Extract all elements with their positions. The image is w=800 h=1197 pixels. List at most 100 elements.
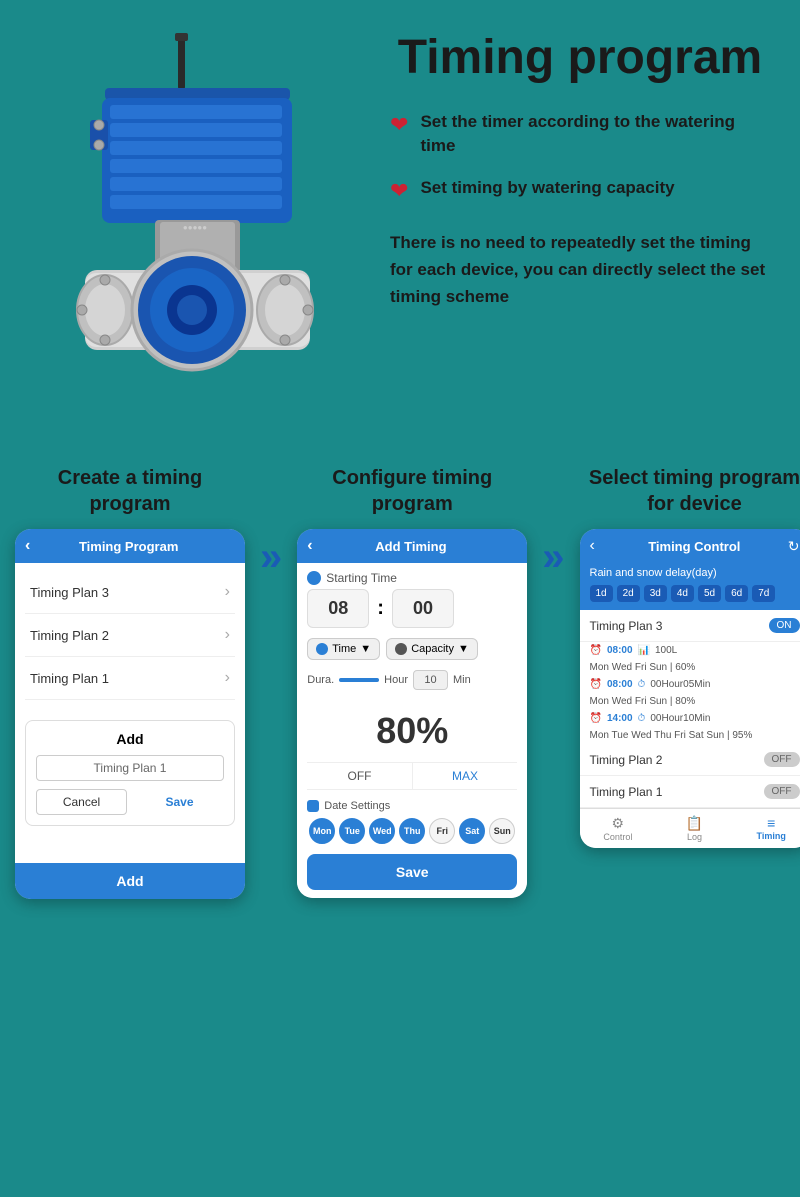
entry3-time: 14:00	[607, 713, 633, 724]
column-configure: Configure timing program ‹ Add Timing St…	[297, 465, 527, 898]
phone1-header: ‹ Timing Program	[15, 529, 245, 563]
phone3-footer: ⚙ Control 📋 Log ≡ Timing	[580, 808, 800, 848]
entry2-time: 08:00	[607, 679, 633, 690]
footer-timing[interactable]: ≡ Timing	[733, 809, 800, 848]
right-info-panel: Timing program ❤ Set the timer according…	[370, 30, 770, 310]
time-dropdown[interactable]: Time ▼	[307, 638, 380, 660]
heart-icon-1: ❤	[390, 112, 408, 138]
timing-icon: ≡	[736, 815, 800, 831]
add-dialog: Add Timing Plan 1 Cancel Save	[25, 720, 235, 826]
day-tabs: 1d 2d 3d 4d 5d 6d 7d	[580, 585, 800, 610]
entry2-detail: 00Hour05Min	[650, 679, 710, 690]
arrow-1: »	[260, 465, 282, 580]
heart-icon-2: ❤	[390, 178, 408, 204]
plan3-entry1-days: Mon Wed Fri Sun | 60%	[580, 659, 800, 676]
day-sat[interactable]: Sat	[459, 818, 485, 844]
phone1-footer[interactable]: Add	[15, 863, 245, 899]
timing-list-item-3[interactable]: Timing Plan 3 ›	[25, 571, 235, 614]
off-button[interactable]: OFF	[307, 763, 413, 789]
phone3-header: ‹ Timing Control ↻	[580, 529, 800, 563]
footer-log[interactable]: 📋 Log	[656, 809, 733, 848]
refresh-icon[interactable]: ↻	[788, 538, 800, 555]
phone1-header-title: Timing Program	[38, 539, 219, 554]
timing-list-item-2[interactable]: Timing Plan 2 ›	[25, 614, 235, 657]
plan1-row: Timing Plan 1 OFF	[580, 776, 800, 808]
log-icon: 📋	[659, 815, 730, 832]
dialog-title: Add	[36, 731, 224, 747]
back-arrow-3[interactable]: ‹	[590, 537, 595, 555]
phone2-header-title: Add Timing	[321, 539, 502, 554]
entry3-icon: ⏱	[638, 713, 646, 724]
footer-control[interactable]: ⚙ Control	[580, 809, 657, 848]
dialog-input[interactable]: Timing Plan 1	[36, 755, 224, 781]
plan1-toggle[interactable]: OFF	[764, 784, 800, 799]
day-mon[interactable]: Mon	[309, 818, 335, 844]
control-icon: ⚙	[583, 815, 654, 832]
phone1-mockup: ‹ Timing Program Timing Plan 3 › Timing …	[15, 529, 245, 899]
cancel-button[interactable]: Cancel	[36, 789, 127, 815]
back-arrow-2[interactable]: ‹	[307, 537, 312, 555]
bottom-columns: Create a timing program ‹ Timing Program…	[15, 465, 785, 899]
entry3-detail: 00Hour10Min	[650, 713, 710, 724]
day-tab-6d[interactable]: 6d	[725, 585, 748, 602]
entry1-days-text: Mon Wed Fri Sun | 60%	[590, 662, 696, 673]
timing-list-item-1[interactable]: Timing Plan 1 ›	[25, 657, 235, 700]
plan2-toggle[interactable]: OFF	[764, 752, 800, 767]
plan2-name: Timing Plan 2	[590, 753, 663, 767]
product-illustration: ●●●●●	[30, 30, 350, 420]
back-arrow-1[interactable]: ‹	[25, 537, 30, 555]
phone2-mockup: ‹ Add Timing Starting Time 08 : 00	[297, 529, 527, 898]
day-wed[interactable]: Wed	[369, 818, 395, 844]
bottom-section: Create a timing program ‹ Timing Program…	[0, 445, 800, 929]
day-thu[interactable]: Thu	[399, 818, 425, 844]
column2-title: Configure timing program	[297, 465, 527, 517]
capacity-dropdown[interactable]: Capacity ▼	[386, 638, 478, 660]
plan3-row: Timing Plan 3 ON	[580, 610, 800, 642]
column-select: Select timing program for device ‹ Timin…	[580, 465, 800, 848]
max-button[interactable]: MAX	[413, 763, 518, 789]
minute-box[interactable]: 00	[392, 589, 454, 628]
dura-row: Dura. Hour 10 Min	[307, 670, 517, 690]
dialog-buttons: Cancel Save	[36, 789, 224, 815]
column3-title: Select timing program for device	[580, 465, 800, 517]
plan3-toggle[interactable]: ON	[769, 618, 800, 633]
arrow-icon-3: ›	[225, 583, 230, 601]
date-settings-label: Date Settings	[307, 800, 517, 812]
day-tab-7d[interactable]: 7d	[752, 585, 775, 602]
column1-title: Create a timing program	[15, 465, 245, 517]
day-tab-1d[interactable]: 1d	[590, 585, 613, 602]
phone2-header: ‹ Add Timing	[297, 529, 527, 563]
feature-item-2: ❤ Set timing by watering capacity	[390, 176, 770, 204]
entry2-days-text: Mon Wed Fri Sun | 80%	[590, 696, 696, 707]
description-text: There is no need to repeatedly set the t…	[390, 229, 770, 311]
plan3-entry3: ⏰ 14:00 ⏱ 00Hour10Min	[580, 710, 800, 727]
save-button-dialog[interactable]: Save	[135, 789, 224, 815]
phone3-body: Timing Plan 3 ON ⏰ 08:00 📊 100L Mon Wed …	[580, 610, 800, 808]
feature-text-1: Set the timer according to the watering …	[420, 110, 770, 158]
clock-icon	[307, 571, 321, 585]
plan2-row: Timing Plan 2 OFF	[580, 744, 800, 776]
day-tab-4d[interactable]: 4d	[671, 585, 694, 602]
min-input[interactable]: 10	[413, 670, 448, 690]
entry1-icon: 📊	[638, 645, 650, 656]
phone2-body: Starting Time 08 : 00 Time ▼	[297, 563, 527, 898]
phone3-header-title: Timing Control	[601, 539, 788, 554]
save-timing-button[interactable]: Save	[307, 854, 517, 890]
day-fri[interactable]: Fri	[429, 818, 455, 844]
plan3-entry3-days: Mon Tue Wed Thu Fri Sat Sun | 95%	[580, 727, 800, 744]
day-tue[interactable]: Tue	[339, 818, 365, 844]
plan3-entry2-days: Mon Wed Fri Sun | 80%	[580, 693, 800, 710]
day-tab-2d[interactable]: 2d	[617, 585, 640, 602]
off-max-row: OFF MAX	[307, 762, 517, 790]
arrow-icon-1: ›	[225, 669, 230, 687]
starting-time-section: Starting Time	[307, 571, 517, 585]
day-tab-5d[interactable]: 5d	[698, 585, 721, 602]
arrow-icon-2: ›	[225, 626, 230, 644]
entry1-detail: 100L	[655, 645, 677, 656]
hour-box[interactable]: 08	[307, 589, 369, 628]
day-tab-3d[interactable]: 3d	[644, 585, 667, 602]
entry2-icon: ⏱	[638, 679, 646, 690]
plan3-entry2: ⏰ 08:00 ⏱ 00Hour05Min	[580, 676, 800, 693]
day-sun[interactable]: Sun	[489, 818, 515, 844]
rain-delay-row: Rain and snow delay(day)	[580, 563, 800, 585]
